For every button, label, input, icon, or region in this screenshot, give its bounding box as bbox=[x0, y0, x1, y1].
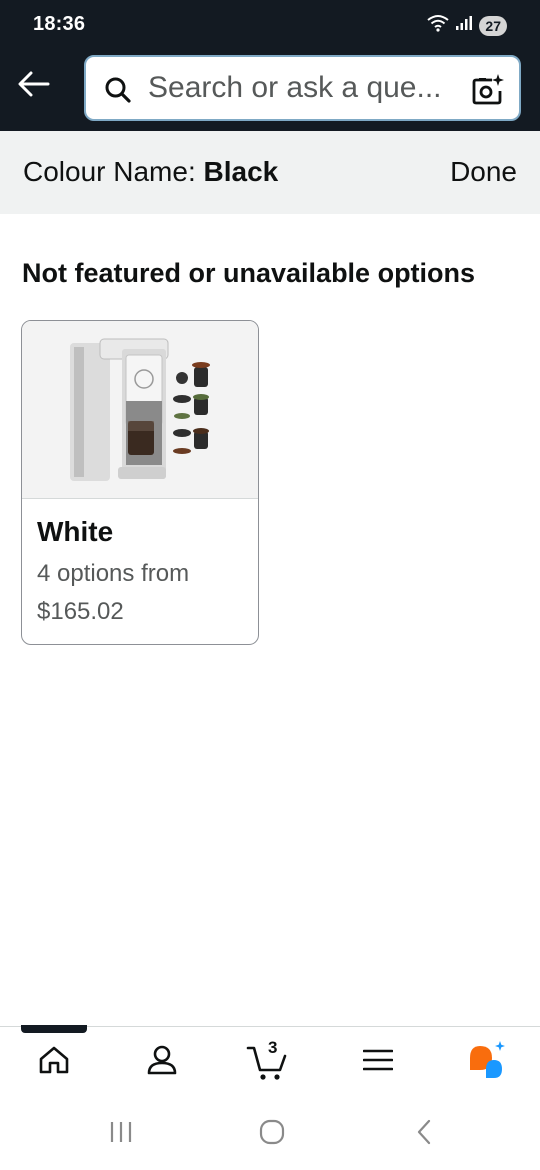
nav-account[interactable] bbox=[138, 1040, 186, 1084]
section-title: Not featured or unavailable options bbox=[22, 258, 476, 288]
nav-menu[interactable] bbox=[354, 1040, 402, 1084]
colour-value: Black bbox=[203, 156, 279, 187]
status-time: 18:36 bbox=[33, 13, 86, 35]
account-icon bbox=[146, 1044, 178, 1081]
wifi-icon bbox=[427, 14, 450, 37]
search-input[interactable]: Search or ask a que... bbox=[84, 55, 521, 121]
camera-sparkle-icon[interactable] bbox=[471, 73, 505, 112]
search-placeholder: Search or ask a que... bbox=[148, 71, 442, 104]
colour-name-label: Colour Name: Black bbox=[23, 156, 278, 188]
colour-selector-bar: Colour Name: Black Done bbox=[0, 131, 540, 214]
rufus-icon bbox=[464, 1040, 508, 1085]
signal-icon bbox=[455, 15, 473, 36]
option-count-text: 4 options from bbox=[37, 560, 190, 587]
colour-label-text: Colour Name: bbox=[23, 156, 204, 187]
search-icon bbox=[104, 76, 132, 109]
option-card-white[interactable]: White 4 options from $165.02 bbox=[21, 320, 259, 645]
done-button[interactable]: Done bbox=[450, 156, 517, 188]
status-icons: 27 bbox=[427, 14, 507, 37]
home-system-button[interactable] bbox=[252, 1118, 292, 1150]
top-header: 18:36 27 Search or ask a que... bbox=[0, 0, 540, 131]
back-system-button[interactable] bbox=[404, 1118, 444, 1150]
system-nav-bar bbox=[0, 1098, 540, 1170]
back-button[interactable] bbox=[14, 66, 54, 106]
back-chevron-icon bbox=[414, 1118, 434, 1151]
nav-cart[interactable]: 3 bbox=[244, 1038, 292, 1084]
recent-apps-button[interactable] bbox=[101, 1118, 141, 1150]
cart-icon: 3 bbox=[246, 1038, 290, 1082]
coffee-maker-image bbox=[22, 321, 258, 499]
active-tab-indicator bbox=[21, 1025, 87, 1033]
home-circle-icon bbox=[258, 1118, 286, 1151]
menu-icon bbox=[362, 1048, 394, 1077]
nav-rufus[interactable] bbox=[462, 1040, 510, 1084]
home-icon bbox=[38, 1045, 70, 1080]
option-name: White bbox=[37, 516, 114, 547]
nav-home[interactable] bbox=[30, 1040, 78, 1084]
recent-apps-icon bbox=[108, 1120, 134, 1149]
battery-icon: 27 bbox=[479, 15, 507, 36]
arrow-left-icon bbox=[18, 71, 50, 102]
option-price: $165.02 bbox=[37, 598, 124, 625]
cart-count-badge: 3 bbox=[268, 1038, 278, 1057]
